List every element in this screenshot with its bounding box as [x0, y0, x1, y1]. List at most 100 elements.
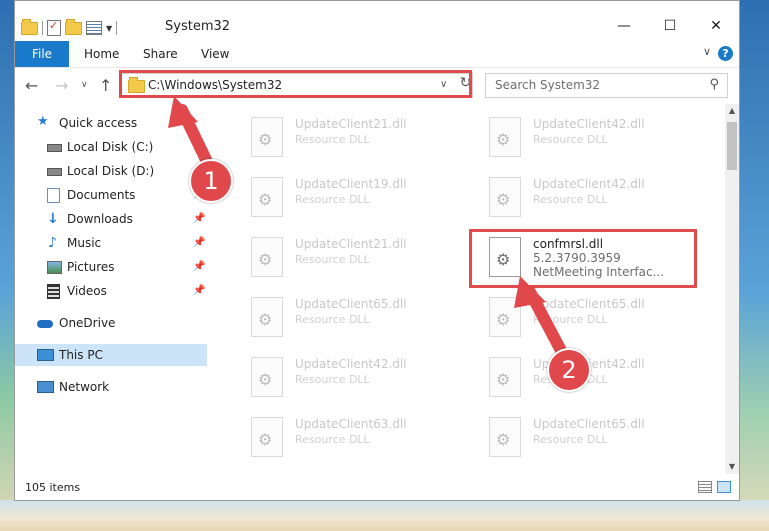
title-bar: ▼ System32 — ☐ ✕ [15, 1, 739, 41]
sidebar-item-music[interactable]: ♪ Music 📌 [15, 232, 207, 254]
sidebar-item-label: OneDrive [59, 316, 116, 330]
toolbar-divider [116, 21, 118, 35]
file-tile[interactable]: UpdateClient65.dll Resource DLL [477, 289, 697, 339]
cloud-icon [37, 320, 53, 328]
file-tile[interactable]: UpdateClient42.dll Resource DLL [239, 349, 459, 399]
sidebar-item-label: Quick access [59, 116, 138, 130]
file-name: UpdateClient19.dll [295, 177, 407, 191]
sidebar-item-label: Videos [67, 284, 107, 298]
forward-arrow-icon[interactable]: → [55, 76, 68, 95]
sidebar-item-label: This PC [59, 348, 103, 362]
drive-icon [47, 144, 62, 152]
search-icon[interactable]: ⚲ [709, 77, 719, 92]
search-input[interactable]: Search System32 ⚲ [485, 73, 728, 98]
scroll-thumb[interactable] [727, 122, 737, 170]
file-name: UpdateClient63.dll [295, 417, 407, 431]
tab-view[interactable]: View [201, 41, 229, 67]
music-note-icon: ♪ [48, 235, 57, 251]
pin-icon[interactable]: 📌 [193, 136, 205, 158]
close-button[interactable]: ✕ [693, 11, 739, 41]
back-arrow-icon[interactable]: ← [25, 76, 38, 95]
dll-file-icon [489, 117, 521, 157]
file-tile[interactable]: UpdateClient63.dll Resource DLL [239, 409, 459, 459]
navigation-pane: ★ Quick access Local Disk (C:) 📌 Local D… [15, 104, 207, 474]
file-tile[interactable]: UpdateClient19.dll Resource DLL [239, 169, 459, 219]
sidebar-item-network[interactable]: Network [15, 376, 207, 398]
dll-file-icon [251, 417, 283, 457]
details-view-icon[interactable] [698, 481, 712, 493]
step-2-badge: 2 [547, 348, 591, 392]
file-tile[interactable]: UpdateClient42.dll Resource DLL [477, 169, 697, 219]
customize-view-icon[interactable] [86, 21, 102, 35]
vertical-scrollbar[interactable]: ▲ ▼ [725, 104, 739, 474]
dll-file-icon [489, 357, 521, 397]
tab-home[interactable]: Home [84, 41, 119, 67]
pin-icon[interactable]: 📌 [193, 232, 205, 254]
sidebar-item-quick-access[interactable]: ★ Quick access [15, 112, 207, 134]
sidebar-item-pictures[interactable]: Pictures 📌 [15, 256, 207, 278]
ribbon-tabs: File Home Share View ∨ ? [15, 41, 739, 68]
minimize-button[interactable]: — [601, 11, 647, 41]
file-tile[interactable]: UpdateClient65.dll Resource DLL [239, 289, 459, 339]
sidebar-item-label: Local Disk (D:) [67, 164, 155, 178]
file-highlight-box [469, 229, 697, 288]
tab-share[interactable]: Share [143, 41, 178, 67]
dll-file-icon [489, 417, 521, 457]
file-type: Resource DLL [533, 133, 608, 146]
new-folder-icon[interactable] [65, 18, 82, 35]
file-name: UpdateClient42.dll [533, 117, 645, 131]
file-tile[interactable]: UpdateClient21.dll Resource DLL [239, 229, 459, 279]
dll-file-icon [251, 357, 283, 397]
pin-icon[interactable]: 📌 [193, 280, 205, 302]
sidebar-item-documents[interactable]: Documents 📌 [15, 184, 207, 206]
file-name: UpdateClient42.dll [533, 177, 645, 191]
item-count: 105 items [25, 481, 81, 494]
download-arrow-icon: ↓ [47, 211, 59, 227]
file-list: UpdateClient21.dll Resource DLL UpdateCl… [225, 104, 725, 474]
chevron-down-icon[interactable]: ▼ [106, 24, 112, 33]
picture-icon [47, 261, 62, 274]
scroll-down-icon[interactable]: ▼ [725, 460, 739, 474]
network-icon [37, 381, 54, 393]
file-type: Resource DLL [295, 313, 370, 326]
file-tile[interactable]: UpdateClient65.dll Resource DLL [477, 409, 697, 459]
pin-icon[interactable]: 📌 [193, 256, 205, 278]
sidebar-item-label: Documents [67, 188, 136, 202]
help-button[interactable]: ? [718, 46, 733, 61]
sidebar-item-label: Music [67, 236, 102, 250]
desktop-background-left [0, 0, 14, 531]
sidebar-item-local-disk-c[interactable]: Local Disk (C:) 📌 [15, 136, 207, 158]
file-tile[interactable]: UpdateClient21.dll Resource DLL [239, 109, 459, 159]
file-type: Resource DLL [295, 253, 370, 266]
film-icon [47, 284, 60, 299]
sidebar-item-label: Pictures [67, 260, 115, 274]
scroll-up-icon[interactable]: ▲ [725, 104, 739, 118]
properties-icon[interactable] [47, 19, 61, 36]
recent-locations-chevron-icon[interactable]: ∨ [81, 80, 88, 90]
address-highlight-box [119, 70, 472, 98]
large-icons-view-icon[interactable] [717, 481, 731, 493]
desktop-background-bottom [0, 500, 769, 531]
drive-icon [47, 168, 62, 176]
sidebar-item-downloads[interactable]: ↓ Downloads 📌 [15, 208, 207, 230]
file-name: UpdateClient21.dll [295, 117, 407, 131]
sidebar-item-local-disk-d[interactable]: Local Disk (D:) 📌 [15, 160, 207, 182]
sidebar-item-onedrive[interactable]: OneDrive [15, 312, 207, 334]
tab-file[interactable]: File [15, 41, 69, 67]
sidebar-item-videos[interactable]: Videos 📌 [15, 280, 207, 302]
file-tile[interactable]: UpdateClient42.dll Resource DLL [477, 109, 697, 159]
file-name: UpdateClient21.dll [295, 237, 407, 251]
file-type: Resource DLL [295, 433, 370, 446]
folder-icon [21, 18, 38, 35]
expand-ribbon-icon[interactable]: ∨ [703, 45, 711, 58]
up-arrow-icon[interactable]: ↑ [99, 76, 112, 95]
dll-file-icon [489, 297, 521, 337]
file-name: UpdateClient65.dll [295, 297, 407, 311]
maximize-button[interactable]: ☐ [647, 11, 693, 41]
file-name: UpdateClient42.dll [295, 357, 407, 371]
sidebar-item-this-pc[interactable]: This PC [15, 344, 207, 366]
pin-icon[interactable]: 📌 [193, 208, 205, 230]
documents-icon [47, 188, 60, 203]
window-title: System32 [165, 19, 231, 34]
file-type: Resource DLL [533, 313, 608, 326]
